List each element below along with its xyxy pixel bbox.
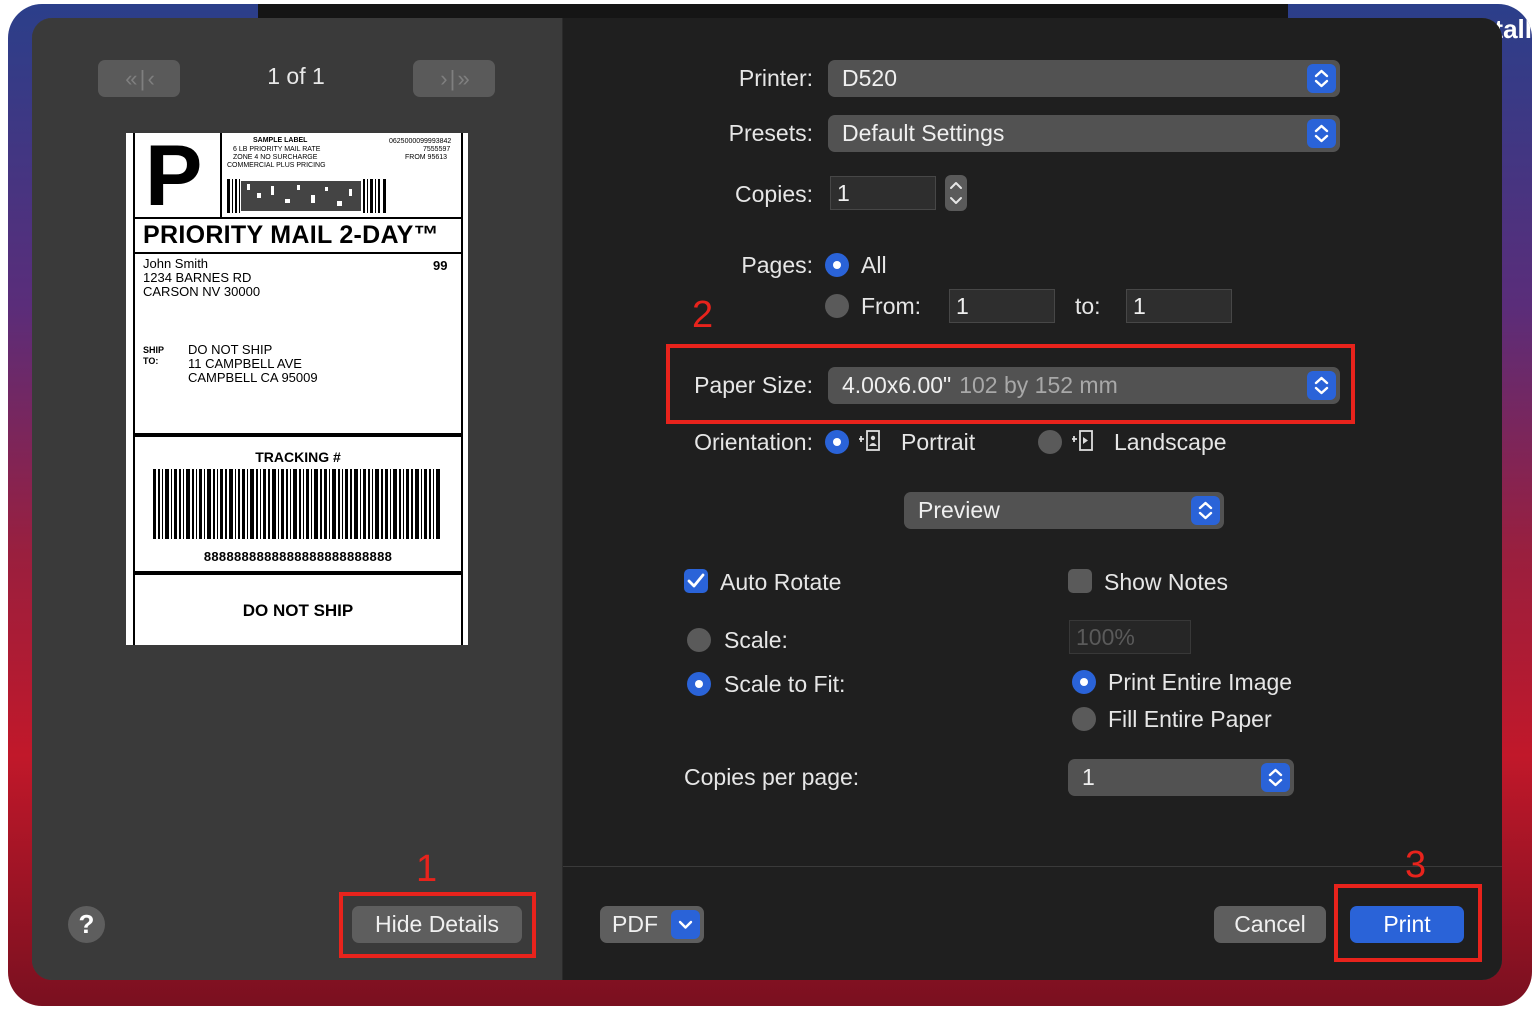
fill-entire-paper-radio[interactable] [1072,707,1096,731]
tracking-barcode [153,469,440,539]
annotation-number: 3 [1405,844,1427,886]
label-preview: P SAMPLE LABEL 6 LB PRIORITY MAIL RATE Z… [126,133,468,645]
orientation-label: Orientation: [694,429,813,455]
pages-from-label: From: [861,293,922,319]
recipient-street: 11 CAMPBELL AVE [188,356,302,371]
copies-per-page-label: Copies per page: [684,764,860,790]
chevron-down-icon [671,910,700,939]
pdf-menu-button[interactable]: PDF [600,906,704,943]
help-button[interactable]: ? [68,906,105,943]
footer-divider [563,866,1502,867]
service-title: PRIORITY MAIL 2-DAY™ [143,221,439,249]
auto-rotate-checkbox[interactable] [684,569,708,593]
sender-street: 1234 BARNES RD [143,270,252,285]
tracking-title: TRACKING # [255,449,341,465]
rate-line: ZONE 4 NO SURCHARGE [233,154,318,161]
sender-city: CARSON NV 30000 [143,284,261,299]
copies-per-page-value: 1 [1082,764,1095,790]
recipient-name: DO NOT SHIP [188,342,273,357]
chevron-updown-icon [1191,496,1220,525]
portrait-icon [859,430,880,451]
pages-from-input[interactable]: 1 [949,289,1055,323]
sample-label-title: SAMPLE LABEL [253,137,308,144]
pages-range-radio[interactable] [825,294,849,318]
copies-stepper[interactable] [945,175,967,211]
print-entire-image-radio[interactable] [1072,670,1096,694]
route-code: 99 [433,258,448,273]
pages-to-label: to: [1075,293,1101,319]
annotation-box-print [1334,884,1482,962]
print-dialog: « | ‹ 1 of 1 › | » P SAMPLE LABEL 6 LB P… [32,18,1502,980]
chevron-updown-icon [1307,119,1336,148]
portrait-label: Portrait [901,429,976,455]
chevron-left-icon: ‹ [147,65,154,91]
settings-pane: Printer: D520 Presets: Default Settings … [563,18,1502,980]
rate-line: COMMERCIAL PLUS PRICING [227,162,326,169]
chevron-updown-icon [1307,64,1336,93]
landscape-label: Landscape [1114,429,1227,455]
annotation-box-paper-size [666,344,1355,424]
recipient-city: CAMPBELL CA 95009 [188,370,318,385]
label-ref: 0625000099993842 [389,138,452,145]
printer-value: D520 [842,65,897,91]
scale-input[interactable]: 100% [1069,620,1191,654]
double-chevron-left-icon: « [125,65,137,91]
landscape-radio[interactable] [1038,430,1062,454]
presets-label: Presets: [728,120,813,146]
pages-all-radio[interactable] [825,253,849,277]
printer-label: Printer: [738,65,813,91]
section-value: Preview [918,497,1000,523]
portrait-radio[interactable] [825,430,849,454]
small-barcode [227,179,386,213]
presets-value: Default Settings [842,120,1005,146]
pages-to-input[interactable]: 1 [1126,289,1232,323]
service-letter: P [145,128,203,224]
checkmark-icon [687,573,705,588]
auto-rotate-label: Auto Rotate [720,569,842,595]
scale-to-fit-label: Scale to Fit: [724,671,846,697]
copies-label: Copies: [735,181,813,207]
double-chevron-right-icon: » [457,65,470,91]
chevron-right-icon: › [440,65,447,91]
first-prev-page-button[interactable]: « | ‹ [98,60,180,97]
rate-line: 6 LB PRIORITY MAIL RATE [233,146,321,153]
ship-to-label: SHIP TO: [143,345,164,366]
label-ref: FROM 95613 [405,154,448,161]
next-last-page-button[interactable]: › | » [413,60,495,97]
scale-to-fit-radio[interactable] [687,672,711,696]
pages-label: Pages: [741,252,813,278]
annotation-number: 1 [416,848,438,890]
cancel-button[interactable]: Cancel [1214,906,1326,943]
chevron-updown-icon [1261,763,1290,792]
copies-per-page-select[interactable]: 1 [1068,759,1294,796]
section-select[interactable]: Preview [904,492,1224,529]
copies-input[interactable]: 1 [830,176,936,210]
presets-select[interactable]: Default Settings [828,115,1340,152]
annotation-number: 2 [692,294,714,336]
fill-entire-paper-label: Fill Entire Paper [1108,706,1272,732]
pages-all-label: All [861,252,887,278]
landscape-icon [1072,430,1093,451]
show-notes-checkbox[interactable] [1068,569,1092,593]
printer-select[interactable]: D520 [828,60,1340,97]
scale-label: Scale: [724,627,788,653]
show-notes-label: Show Notes [1104,569,1229,595]
tracking-number: 8888888888888888888888888 [203,549,393,564]
pdf-label: PDF [612,911,658,937]
print-entire-image-label: Print Entire Image [1108,669,1293,695]
preview-pane: « | ‹ 1 of 1 › | » P SAMPLE LABEL 6 LB P… [32,18,563,980]
scale-radio[interactable] [687,628,711,652]
sender-name: John Smith [143,256,209,271]
page-counter: 1 of 1 [267,63,325,89]
annotation-box-hide-details [339,892,536,958]
label-ref: 7555597 [423,146,451,153]
label-footer: DO NOT SHIP [242,601,354,620]
